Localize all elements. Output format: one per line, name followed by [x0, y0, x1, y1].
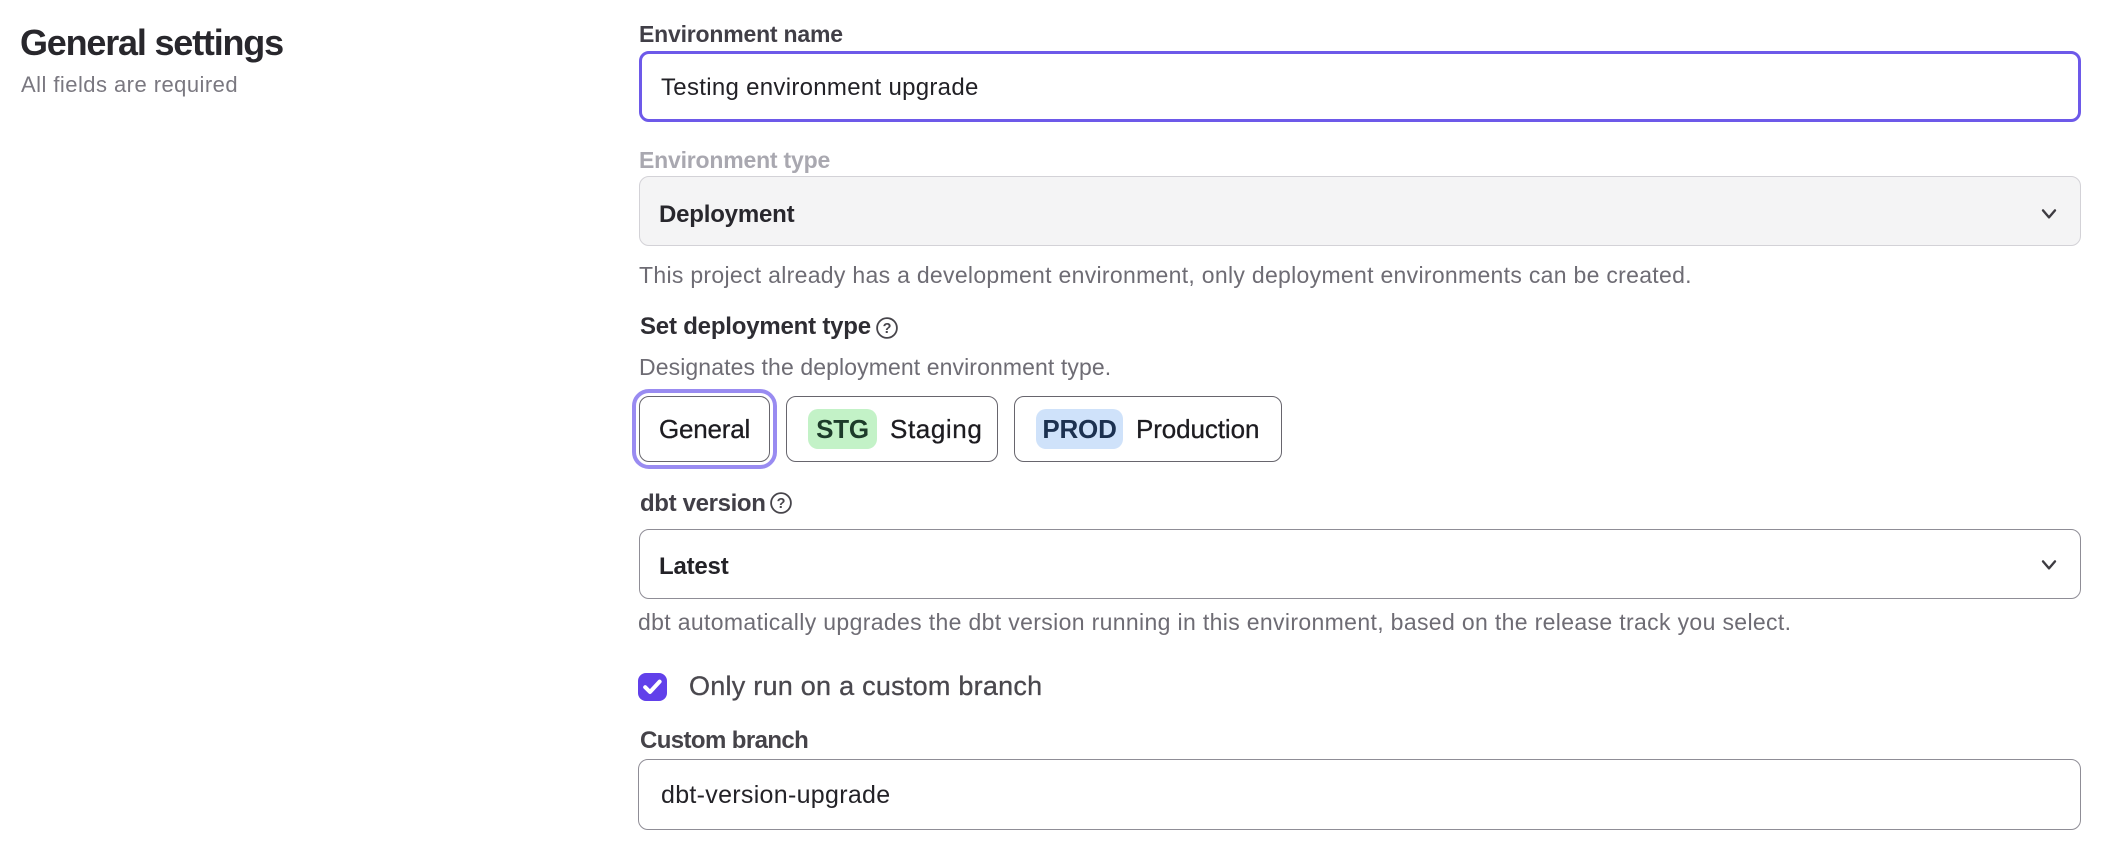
svg-text:?: ?: [777, 496, 786, 512]
svg-text:?: ?: [883, 321, 892, 337]
